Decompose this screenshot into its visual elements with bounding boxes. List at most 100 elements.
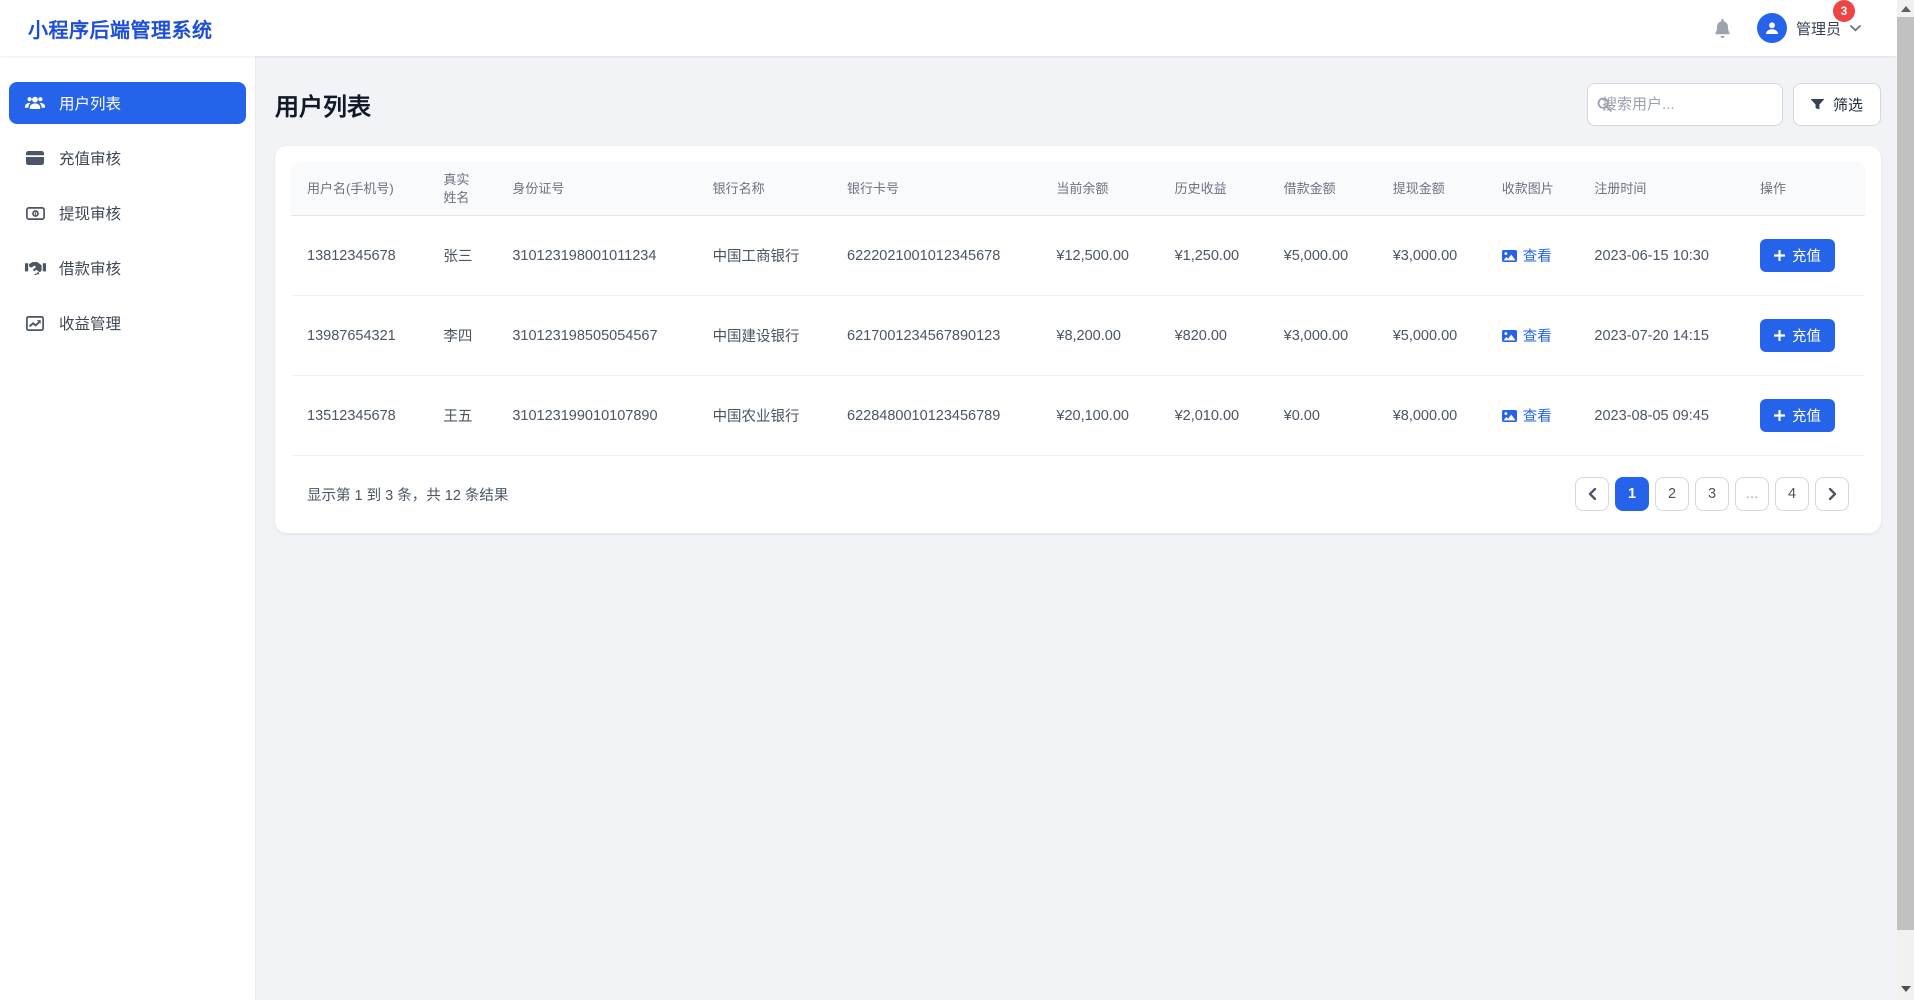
cell-receipt: 查看: [1486, 376, 1579, 456]
recharge-label: 充值: [1792, 405, 1821, 426]
browser-scrollbar[interactable]: [1897, 0, 1914, 1000]
cell-realname: 李四: [427, 296, 496, 376]
navbar-right: 3 管理员: [1714, 13, 1861, 43]
sidebar-item-withdraw-review[interactable]: 提现审核: [9, 192, 246, 234]
chevron-down-icon: [1850, 25, 1861, 32]
recharge-button[interactable]: 充值: [1760, 399, 1835, 432]
cell-actions: 充值: [1744, 296, 1865, 376]
handshake-icon: [24, 261, 46, 275]
pagination-page-3[interactable]: 3: [1695, 477, 1729, 511]
column-header-register-time: 注册时间: [1578, 162, 1744, 216]
cell-idcard: 310123199010107890: [496, 376, 696, 456]
cell-bank-name: 中国农业银行: [697, 376, 831, 456]
bell-icon[interactable]: [1714, 19, 1731, 38]
table-body: 13812345678 张三 310123198001011234 中国工商银行…: [291, 216, 1865, 456]
view-label: 查看: [1523, 325, 1552, 346]
table-header-row: 用户名(手机号) 真实姓名 身份证号 银行名称 银行卡号 当前余额 历史收益 借…: [291, 162, 1865, 216]
column-header-receipt: 收款图片: [1486, 162, 1579, 216]
sidebar-item-label: 借款审核: [59, 257, 121, 279]
cell-receipt: 查看: [1486, 216, 1579, 296]
credit-card-icon: [24, 151, 46, 165]
cell-bank-card: 6228480010123456789: [831, 376, 1040, 456]
view-label: 查看: [1523, 245, 1552, 266]
column-header-withdraw: 提现金额: [1377, 162, 1486, 216]
column-header-realname: 真实姓名: [427, 162, 496, 216]
cell-username: 13512345678: [291, 376, 427, 456]
main-content: 用户列表 筛选 用: [256, 56, 1897, 1000]
column-header-balance: 当前余额: [1040, 162, 1158, 216]
pagination-next-button[interactable]: [1815, 477, 1849, 511]
app-root: 小程序后端管理系统 3 管理员: [0, 0, 1897, 1000]
pagination-ellipsis: ...: [1735, 477, 1769, 511]
recharge-button[interactable]: 充值: [1760, 319, 1835, 352]
filter-label: 筛选: [1833, 94, 1863, 115]
recharge-button[interactable]: 充值: [1760, 239, 1835, 272]
cell-realname: 张三: [427, 216, 496, 296]
sidebar-item-loan-review[interactable]: 借款审核: [9, 247, 246, 289]
page-title: 用户列表: [275, 87, 371, 122]
chevron-left-icon: [1588, 488, 1597, 500]
avatar: [1757, 13, 1787, 43]
sidebar-item-user-list[interactable]: 用户列表: [9, 82, 246, 124]
cell-register-time: 2023-07-20 14:15: [1578, 296, 1744, 376]
cell-idcard: 310123198505054567: [496, 296, 696, 376]
top-navbar: 小程序后端管理系统 3 管理员: [0, 0, 1897, 56]
cell-username: 13987654321: [291, 296, 427, 376]
chart-line-icon: [24, 316, 46, 331]
filter-icon: [1811, 99, 1824, 111]
view-receipt-link[interactable]: 查看: [1502, 245, 1552, 266]
cell-loan: ¥0.00: [1268, 376, 1377, 456]
pagination-page-4[interactable]: 4: [1775, 477, 1809, 511]
view-receipt-link[interactable]: 查看: [1502, 325, 1552, 346]
column-header-username: 用户名(手机号): [291, 162, 427, 216]
user-name: 管理员: [1796, 18, 1841, 39]
user-menu[interactable]: 3 管理员: [1757, 13, 1861, 43]
pagination-page-2[interactable]: 2: [1655, 477, 1689, 511]
filter-button[interactable]: 筛选: [1793, 83, 1881, 126]
cell-receipt: 查看: [1486, 296, 1579, 376]
chevron-right-icon: [1828, 488, 1837, 500]
scrollbar-thumb[interactable]: [1897, 17, 1914, 930]
cell-bank-name: 中国工商银行: [697, 216, 831, 296]
users-icon: [24, 95, 46, 111]
pagination: 123...4: [1575, 477, 1849, 511]
table-row: 13512345678 王五 310123199010107890 中国农业银行…: [291, 376, 1865, 456]
pagination-prev-button[interactable]: [1575, 477, 1609, 511]
sidebar-item-profit-management[interactable]: 收益管理: [9, 302, 246, 344]
cell-loan: ¥3,000.00: [1268, 296, 1377, 376]
view-receipt-link[interactable]: 查看: [1502, 405, 1552, 426]
money-bill-icon: [24, 207, 46, 220]
pagination-page-1[interactable]: 1: [1615, 477, 1649, 511]
results-summary: 显示第 1 到 3 条，共 12 条结果: [307, 484, 508, 505]
app-title: 小程序后端管理系统: [28, 14, 213, 43]
cell-withdraw: ¥3,000.00: [1377, 216, 1486, 296]
search-icon: [1597, 97, 1612, 117]
scrollbar-down-arrow-icon[interactable]: [1901, 986, 1911, 992]
cell-register-time: 2023-06-15 10:30: [1578, 216, 1744, 296]
search-input[interactable]: [1587, 83, 1783, 126]
image-icon: [1502, 330, 1517, 342]
toolbar: 筛选: [1587, 83, 1881, 126]
column-header-profit: 历史收益: [1159, 162, 1268, 216]
recharge-label: 充值: [1792, 245, 1821, 266]
sidebar: 用户列表 充值审核 提现审核 借款审核 收益管理: [0, 56, 256, 1000]
cell-withdraw: ¥8,000.00: [1377, 376, 1486, 456]
cell-balance: ¥12,500.00: [1040, 216, 1158, 296]
column-header-actions: 操作: [1744, 162, 1865, 216]
plus-icon: [1774, 250, 1785, 261]
sidebar-item-recharge-review[interactable]: 充值审核: [9, 137, 246, 179]
plus-icon: [1774, 410, 1785, 421]
cell-bank-card: 6217001234567890123: [831, 296, 1040, 376]
plus-icon: [1774, 330, 1785, 341]
notification-badge: 3: [1833, 0, 1855, 22]
cell-username: 13812345678: [291, 216, 427, 296]
scrollbar-up-arrow-icon[interactable]: [1901, 6, 1911, 12]
image-icon: [1502, 250, 1517, 262]
cell-actions: 充值: [1744, 376, 1865, 456]
table-row: 13987654321 李四 310123198505054567 中国建设银行…: [291, 296, 1865, 376]
view-label: 查看: [1523, 405, 1552, 426]
column-header-loan: 借款金额: [1268, 162, 1377, 216]
search-box: [1587, 83, 1783, 126]
cell-realname: 王五: [427, 376, 496, 456]
sidebar-item-label: 充值审核: [59, 147, 121, 169]
